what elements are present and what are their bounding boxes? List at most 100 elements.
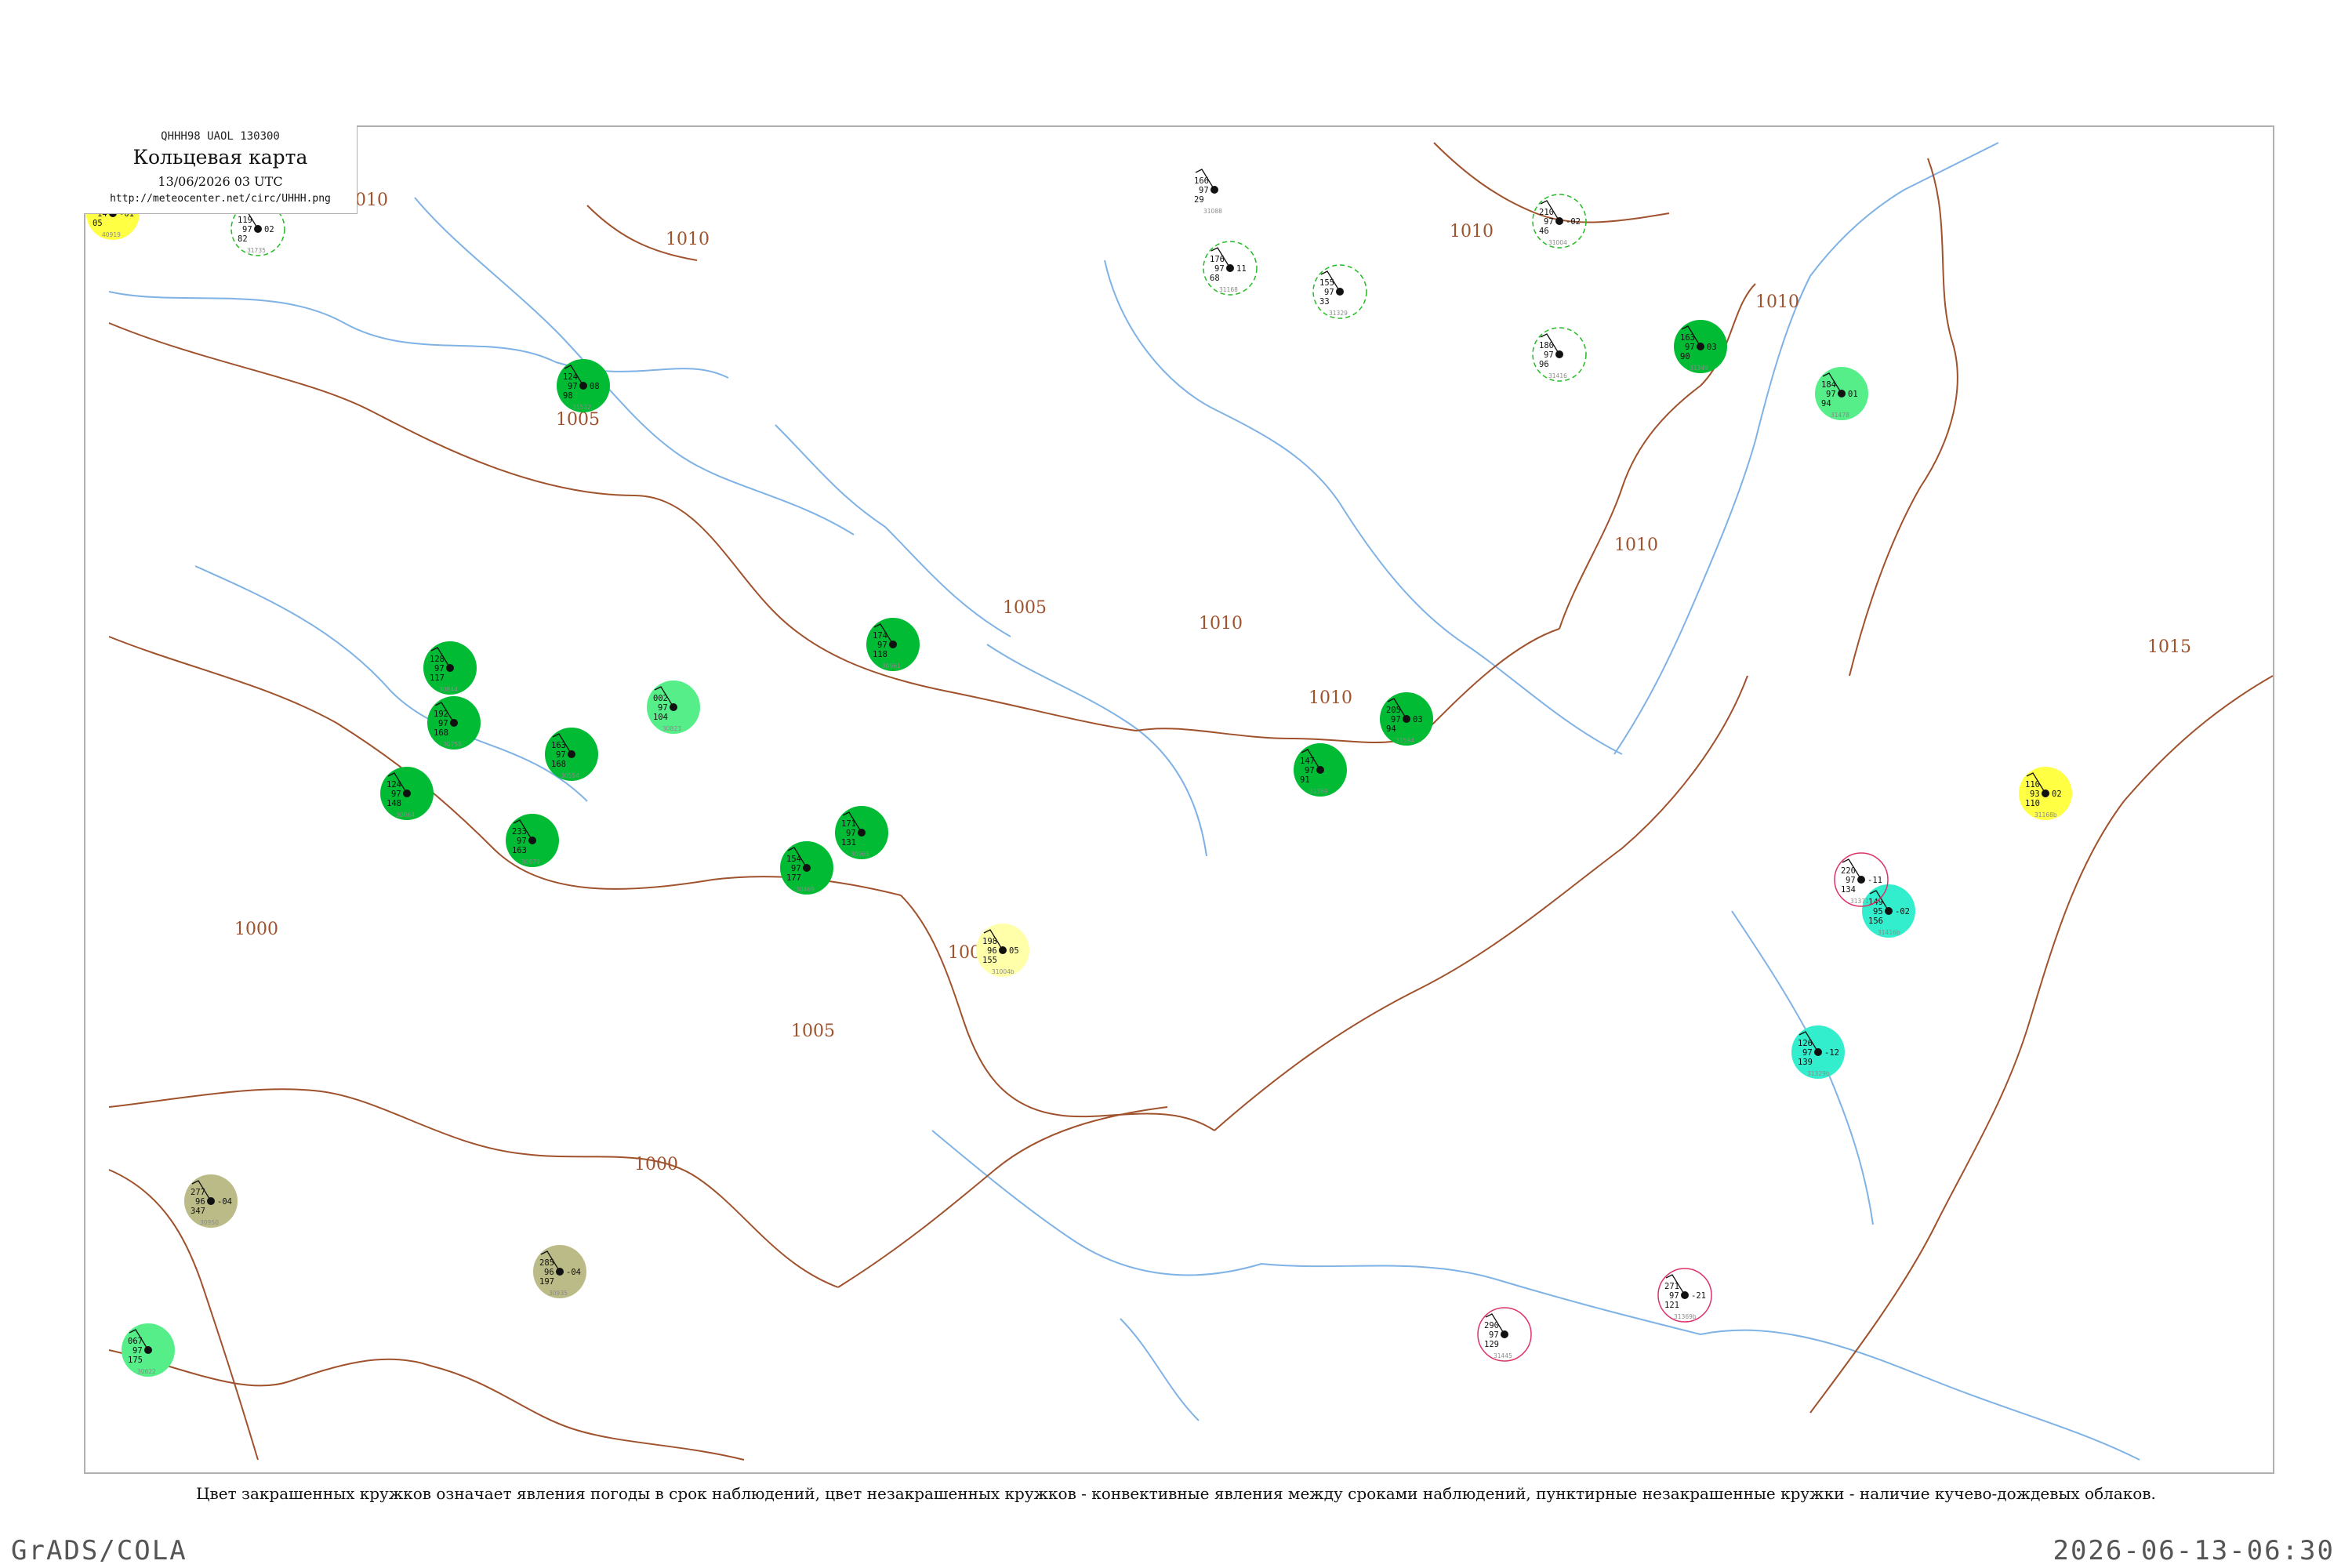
station-plot[interactable]: 1669729 31088: [1194, 169, 1222, 215]
isobar-line: [1559, 283, 1756, 630]
station-dewpoint: 139: [1798, 1058, 1813, 1067]
station-pressure: 198: [982, 937, 997, 946]
river: [194, 565, 588, 802]
station-plot[interactable]: 22097134 -11 31371: [1834, 852, 1889, 907]
station-pressure-tendency: -04: [217, 1197, 232, 1207]
station-id: 31532: [572, 404, 591, 411]
station-id: 31416: [1548, 372, 1567, 379]
station-plot[interactable]: 12897117 30844: [423, 641, 477, 695]
station-id: 30469: [796, 886, 815, 893]
station-plot[interactable]: 19896155 05 31004b: [976, 924, 1029, 977]
stations-layer: 1001405-01409191199782023173516697293108…: [86, 169, 2072, 1377]
station-plot[interactable]: 27197121 -21 31369b: [1657, 1268, 1712, 1323]
station-plot[interactable]: 1809796 31416: [1532, 327, 1587, 382]
station-id: 31445: [1494, 1352, 1512, 1359]
station-plot[interactable]: 17197131 30965: [835, 806, 888, 859]
station-pressure-tendency: 11: [1236, 264, 1247, 274]
station-pressure: 163: [551, 741, 566, 750]
station-plot[interactable]: 1639790 03 31349: [1674, 320, 1727, 373]
station-dewpoint: 82: [238, 234, 248, 244]
station-temperature: 97: [1489, 1330, 1499, 1340]
station-plot[interactable]: 29097129 31445: [1477, 1307, 1532, 1362]
isobar-label: 1010: [1450, 222, 1494, 241]
station-plot[interactable]: 1479791 31369: [1294, 743, 1347, 797]
station-dewpoint: 68: [1210, 274, 1220, 283]
station-id: 30622: [137, 1368, 156, 1375]
station-plot[interactable]: 11093110 02 31168b: [2019, 767, 2072, 820]
station-pressure: 128: [430, 655, 445, 664]
station-temperature: 97: [1846, 876, 1856, 885]
station-plot[interactable]: 14995156-0231416b: [1862, 884, 1915, 938]
isobar-line: [108, 1169, 259, 1461]
isobar-label: 1005: [556, 410, 600, 430]
station-plot[interactable]: 19297168 30758: [427, 696, 481, 750]
station-temperature: 95: [1873, 907, 1883, 916]
bulletin-code: QHHH98 UAOL 130300: [161, 130, 280, 143]
source-url: http://meteocenter.net/circ/UHHH.png: [110, 193, 331, 205]
station-id: 31735: [247, 247, 266, 254]
station-plot[interactable]: 1769768 11 31168: [1203, 241, 1258, 296]
station-pressure: 205: [1386, 706, 1401, 715]
footer-software: GrADS/COLA: [11, 1535, 187, 1566]
station-pressure: 285: [539, 1258, 554, 1268]
station-temperature: 97: [438, 719, 448, 728]
station-pressure-tendency: 03: [1413, 715, 1423, 724]
station-plot[interactable]: 12697139 -12 31329b: [1791, 1025, 1845, 1079]
station-temperature: 93: [2030, 789, 2040, 799]
station-plot[interactable]: 2109746 -02 31004: [1532, 194, 1587, 249]
river: [986, 644, 1207, 857]
station-pressure-tendency: -11: [1867, 876, 1882, 885]
station-id: 31594: [1396, 737, 1414, 744]
station-pressure-tendency: -02: [1566, 217, 1581, 227]
station-temperature: 97: [1802, 1048, 1813, 1058]
station-dewpoint: 46: [1539, 227, 1549, 236]
station-temperature: 97: [1214, 264, 1225, 274]
station-plot[interactable]: 12497148 30664: [380, 767, 434, 820]
station-id: 31349: [1690, 365, 1708, 372]
station-dewpoint: 175: [128, 1356, 143, 1365]
station-plot[interactable]: 00297104 30823: [647, 681, 700, 734]
station-dewpoint: 347: [191, 1207, 205, 1216]
station-temperature: 97: [1324, 288, 1334, 297]
station-dewpoint: 117: [430, 673, 445, 683]
station-id: 31004b: [992, 968, 1014, 975]
station-plot[interactable]: 23397163 30879: [506, 814, 559, 867]
isobar-label: 1005: [791, 1022, 835, 1041]
isobar-line: [900, 895, 1215, 1131]
map-caption: Цвет закрашенных кружков означает явлени…: [196, 1484, 2156, 1503]
station-plot[interactable]: 1559733 31329: [1312, 264, 1367, 319]
station-plot[interactable]: 1249798 08 31532: [557, 359, 610, 412]
station-temperature: 97: [658, 703, 668, 713]
station-temperature: 97: [568, 382, 578, 391]
river: [1261, 1263, 1701, 1335]
station-id: 30554: [561, 772, 579, 779]
station-plot[interactable]: 06797175 30622: [122, 1323, 175, 1377]
isobar-label: 1010: [1308, 688, 1352, 708]
station-pressure: 233: [512, 827, 527, 837]
station-temperature: 97: [1544, 350, 1554, 360]
station-plot[interactable]: 2059794 03 31594: [1380, 692, 1433, 746]
station-dewpoint: 98: [563, 391, 573, 401]
station-pressure: 220: [1841, 866, 1856, 876]
map-canvas: 1010101010101010101010101010100510051005…: [86, 142, 2273, 1461]
station-id: 31168: [1219, 286, 1238, 293]
station-temperature: 96: [195, 1197, 205, 1207]
station-plot[interactable]: 1849794 01 31478: [1815, 367, 1868, 420]
station-temperature: 97: [132, 1346, 143, 1356]
isobar-line: [108, 636, 902, 896]
station-plot[interactable]: 27796347 -04 30950: [184, 1174, 238, 1228]
isobar-line: [1849, 158, 1958, 677]
station-id: 30950: [200, 1219, 219, 1226]
station-plot[interactable]: 17497118 30961: [866, 618, 920, 671]
station-plot[interactable]: 15497177 30469: [780, 841, 833, 895]
station-pressure: 166: [1194, 176, 1209, 186]
station-temperature: 97: [1305, 766, 1315, 775]
station-plot[interactable]: 28596197 -04 30935: [533, 1245, 586, 1298]
station-pressure: 192: [434, 710, 448, 719]
station-pressure: 154: [786, 855, 801, 864]
station-temperature: 97: [1826, 390, 1836, 399]
station-pressure: 002: [653, 694, 668, 703]
river: [931, 1130, 1262, 1276]
station-dewpoint: 148: [387, 799, 401, 808]
station-plot[interactable]: 16397168 30554: [545, 728, 598, 781]
